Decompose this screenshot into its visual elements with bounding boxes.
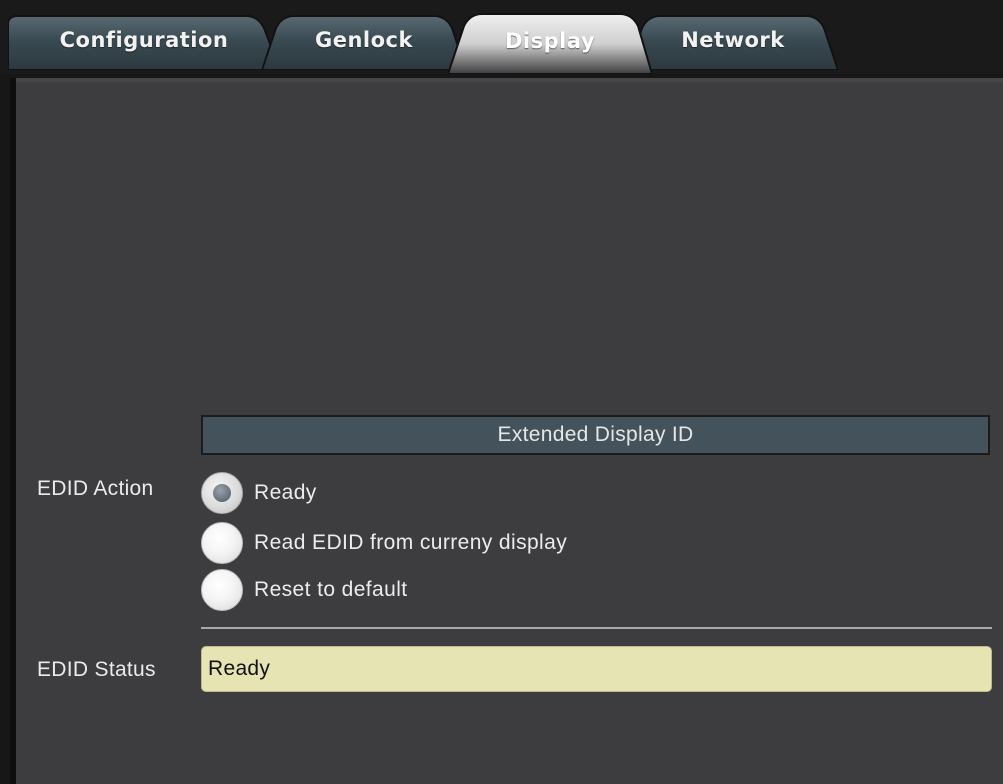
edid-status-field: Ready xyxy=(201,646,992,692)
app-window: Configuration Genlock Network Display Ex… xyxy=(0,0,1003,784)
tab-label: Configuration xyxy=(59,28,229,52)
tab-display[interactable]: Display xyxy=(448,12,652,74)
section-header-extended-display-id: Extended Display ID xyxy=(201,415,990,455)
radio-label: Read EDID from curreny display xyxy=(254,531,568,554)
edid-status-label: EDID Status xyxy=(37,658,156,681)
edid-status-value: Ready xyxy=(208,657,271,680)
radio-option-read-edid[interactable]: Read EDID from curreny display xyxy=(201,522,567,564)
tab-configuration[interactable]: Configuration xyxy=(8,14,280,70)
radio-label: Reset to default xyxy=(254,578,408,601)
tab-genlock[interactable]: Genlock xyxy=(262,14,466,70)
radio-dot xyxy=(213,484,231,502)
divider xyxy=(201,627,992,629)
tab-label: Display xyxy=(504,29,596,53)
panel-top-edge xyxy=(16,78,1003,82)
tab-strip: Configuration Genlock Network Display xyxy=(0,0,1003,74)
edid-action-label: EDID Action xyxy=(37,477,154,500)
tab-label: Network xyxy=(681,28,785,52)
radio-button[interactable] xyxy=(201,569,243,611)
tab-network[interactable]: Network xyxy=(628,14,838,70)
radio-option-reset-default[interactable]: Reset to default xyxy=(201,569,408,611)
radio-button-selected[interactable] xyxy=(201,472,243,514)
radio-label: Ready xyxy=(254,481,317,504)
radio-button[interactable] xyxy=(201,522,243,564)
section-title: Extended Display ID xyxy=(497,423,694,446)
tab-label: Genlock xyxy=(315,28,413,52)
radio-option-ready[interactable]: Ready xyxy=(201,472,317,514)
